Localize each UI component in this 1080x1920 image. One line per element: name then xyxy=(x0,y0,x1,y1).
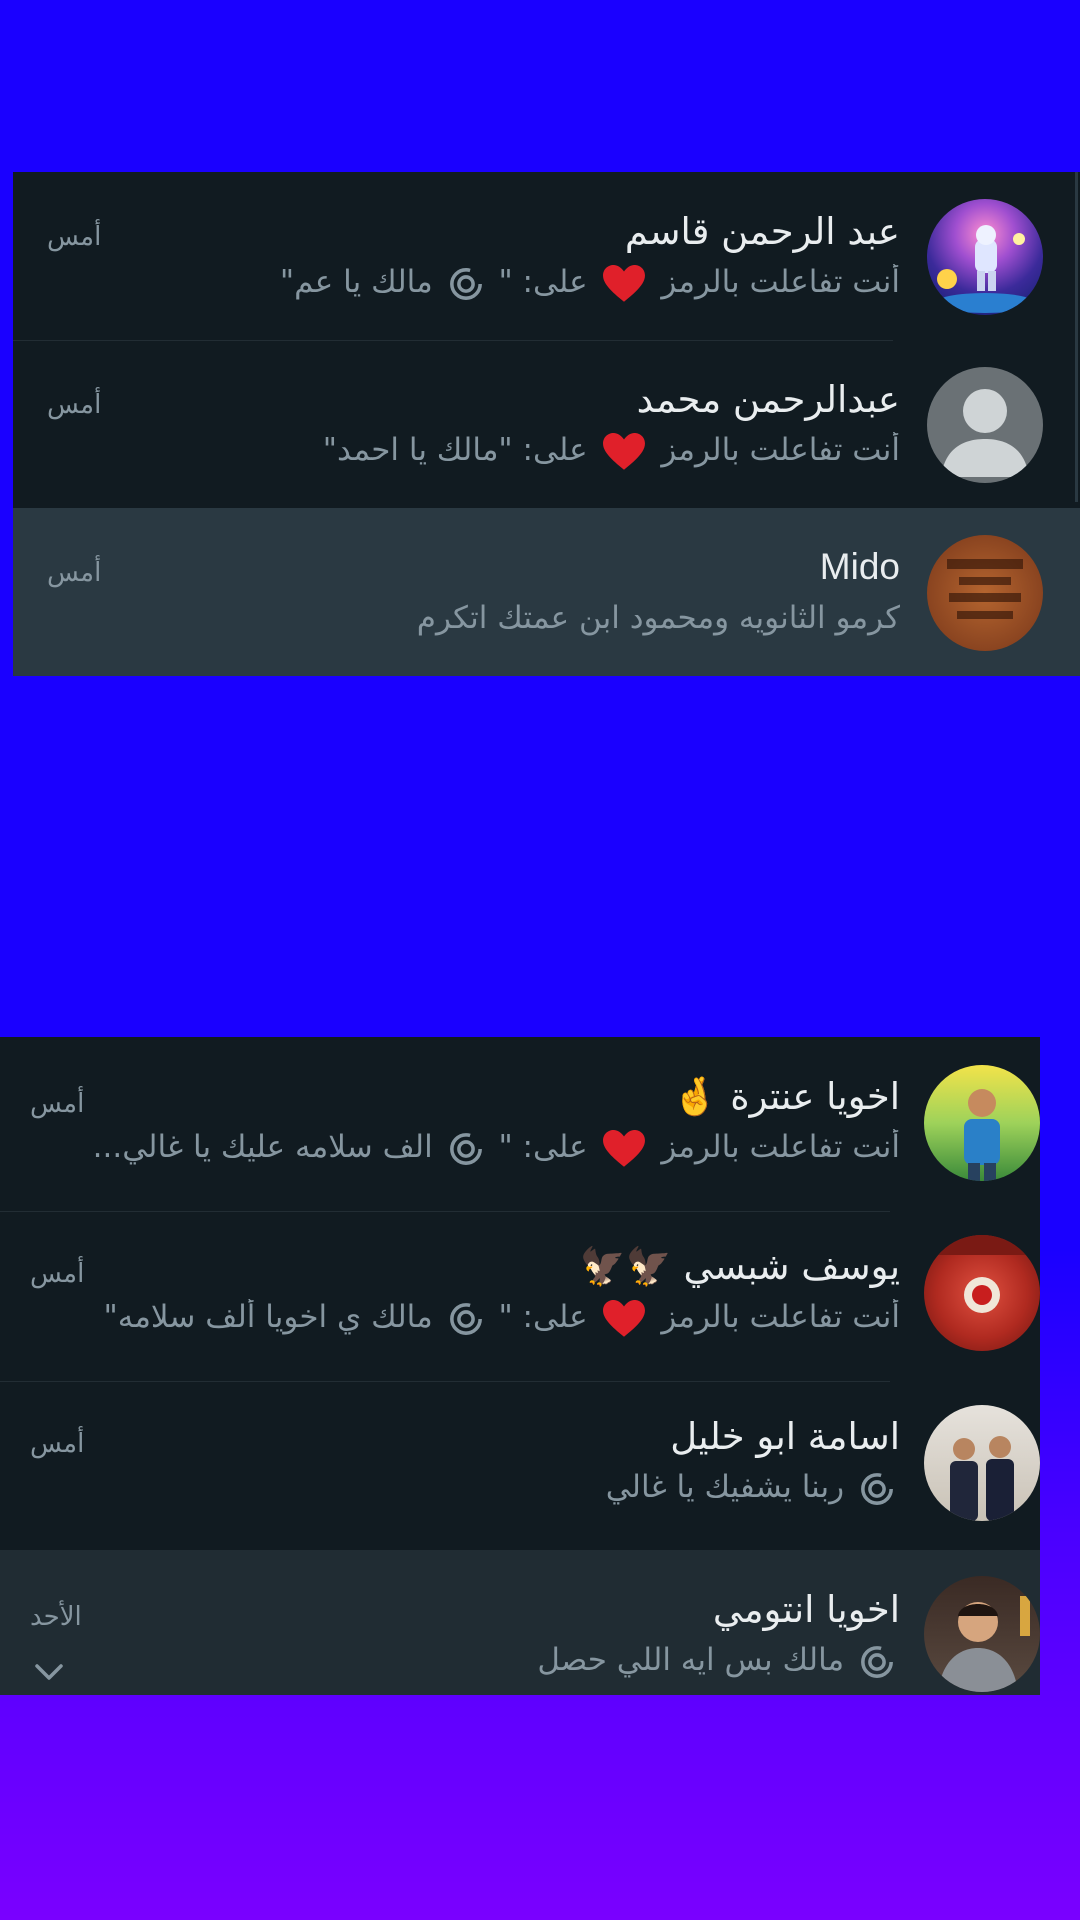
message-preview: كرمو الثانويه ومحمود ابن عمتك اتكرم xyxy=(416,600,900,636)
preview-text: على: "مالك يا احمد" xyxy=(322,432,588,468)
timestamp: الأحد xyxy=(30,1602,82,1632)
status-icon xyxy=(861,1645,893,1678)
timestamp: أمس xyxy=(47,390,102,420)
status-icon xyxy=(449,1302,482,1335)
contact-name: اخويا انتومي xyxy=(712,1588,900,1631)
message-preview: أنت تفاعلت بالرمز على: " مالك يا عم" xyxy=(220,264,900,303)
contact-name: عبدالرحمن محمد xyxy=(636,378,900,421)
chat-row[interactable]: عبدالرحمن محمد أنت تفاعلت بالرمز على: "م… xyxy=(13,340,1080,508)
stadium-crest-icon xyxy=(924,1235,1040,1313)
preview-text: أنت تفاعلت بالرمز xyxy=(661,264,900,300)
message-preview: أنت تفاعلت بالرمز على: " مالك ي اخويا أل… xyxy=(40,1299,900,1338)
boy-photo-icon xyxy=(964,1089,1000,1181)
preview-text: على: " xyxy=(498,264,588,300)
timestamp: أمس xyxy=(30,1429,85,1459)
status-icon xyxy=(449,1132,482,1165)
message-preview: ربنا يشفيك يا غالي xyxy=(40,1469,900,1506)
preview-text: ربنا يشفيك يا غالي xyxy=(605,1469,845,1505)
avatar xyxy=(927,535,1043,651)
status-icon xyxy=(861,1472,893,1505)
preview-text: أنت تفاعلت بالرمز xyxy=(661,1299,900,1335)
name-text: اخويا عنترة xyxy=(730,1075,900,1118)
heart-icon xyxy=(603,432,646,470)
heart-icon xyxy=(603,1129,646,1167)
chat-list-panel-top: عبد الرحمن قاسم أنت تفاعلت بالرمز على: "… xyxy=(13,172,1080,676)
preview-text: الف سلامه عليك يا غالي... xyxy=(92,1129,433,1165)
contact-name: Mido xyxy=(819,546,900,587)
preview-text: مالك بس ايه اللي حصل xyxy=(537,1642,845,1678)
preview-text: مالك يا عم" xyxy=(279,264,433,300)
contact-name: عبد الرحمن قاسم xyxy=(624,210,900,253)
preview-text: أنت تفاعلت بالرمز xyxy=(661,432,900,468)
avatar xyxy=(924,1405,1040,1521)
contact-name: اخويا عنترة 🤞 xyxy=(672,1075,900,1119)
timestamp: أمس xyxy=(30,1259,85,1289)
chat-list-panel-bottom: اخويا عنترة 🤞 أنت تفاعلت بالرمز على: " ا… xyxy=(0,1037,1040,1695)
chat-row[interactable]: اسامة ابو خليل ربنا يشفيك يا غالي أمس xyxy=(0,1377,1040,1545)
chat-row-hover[interactable]: اخويا انتومي مالك بس ايه اللي حصل الأحد xyxy=(0,1550,1040,1695)
preview-text: أنت تفاعلت بالرمز xyxy=(661,1129,900,1165)
astronaut-icon xyxy=(935,225,1035,313)
message-preview: أنت تفاعلت بالرمز على: " الف سلامه عليك … xyxy=(40,1129,900,1168)
chat-row-selected[interactable]: Mido كرمو الثانويه ومحمود ابن عمتك اتكرم… xyxy=(13,508,1080,676)
avatar xyxy=(924,1065,1040,1181)
preview-text: مالك ي اخويا ألف سلامه" xyxy=(103,1299,433,1335)
chevron-down-icon[interactable] xyxy=(34,1662,64,1682)
contact-name: اسامة ابو خليل xyxy=(670,1415,900,1458)
default-person-icon xyxy=(941,389,1029,477)
timestamp: أمس xyxy=(47,558,102,588)
chat-row[interactable]: عبد الرحمن قاسم أنت تفاعلت بالرمز على: "… xyxy=(13,172,1080,340)
name-text: يوسف شبسي xyxy=(683,1245,901,1288)
man-portrait-icon xyxy=(938,1596,1030,1692)
heart-icon xyxy=(603,1299,646,1337)
name-emoji: 🤞 xyxy=(672,1075,719,1118)
avatar xyxy=(927,367,1043,483)
contact-name: يوسف شبسي 🦅🦅 xyxy=(580,1245,900,1289)
chat-row[interactable]: يوسف شبسي 🦅🦅 أنت تفاعلت بالرمز على: " ما… xyxy=(0,1207,1040,1375)
status-icon xyxy=(449,267,482,300)
message-preview: مالك بس ايه اللي حصل xyxy=(40,1642,900,1679)
avatar xyxy=(927,199,1043,315)
avatar xyxy=(924,1576,1040,1692)
avatar xyxy=(924,1235,1040,1351)
preview-text: على: " xyxy=(498,1129,588,1165)
timestamp: أمس xyxy=(30,1089,85,1119)
preview-text: على: " xyxy=(498,1299,588,1335)
two-men-photo-icon xyxy=(950,1436,1014,1521)
message-preview: أنت تفاعلت بالرمز على: "مالك يا احمد" xyxy=(220,432,900,471)
wood-sign-icon xyxy=(947,559,1023,619)
heart-icon xyxy=(603,264,646,302)
name-emoji: 🦅🦅 xyxy=(579,1245,672,1288)
chat-row[interactable]: اخويا عنترة 🤞 أنت تفاعلت بالرمز على: " ا… xyxy=(0,1037,1040,1205)
timestamp: أمس xyxy=(47,222,102,252)
